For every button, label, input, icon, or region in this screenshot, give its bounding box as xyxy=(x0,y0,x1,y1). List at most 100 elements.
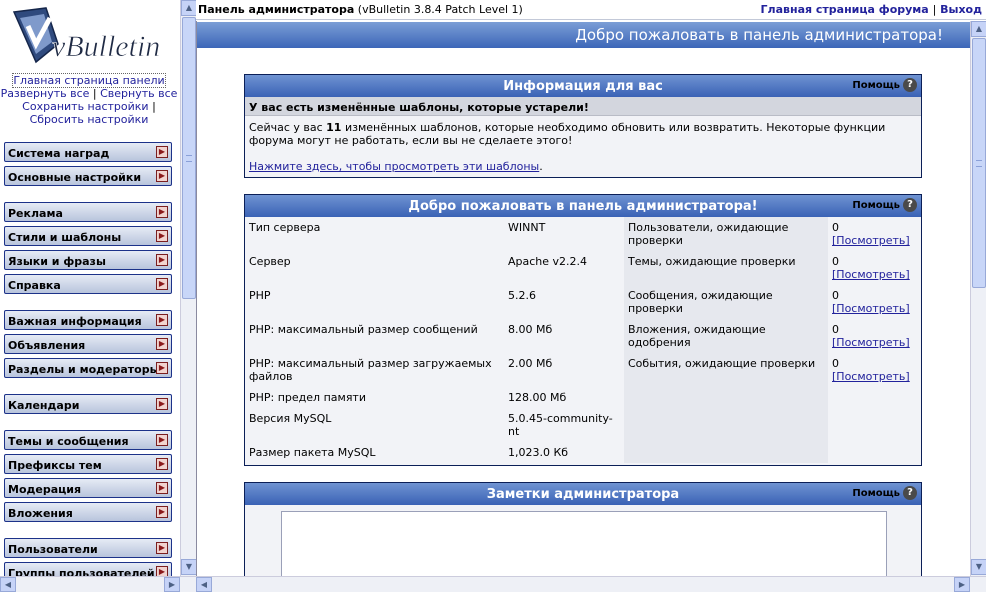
table-row: PHP: предел памяти 128.00 Мб xyxy=(245,387,921,408)
nav-group-label: Важная информация xyxy=(8,315,142,328)
server-info-label: PHP: максимальный размер сообщений xyxy=(245,319,504,353)
nav-group-label: Объявления xyxy=(8,339,86,352)
table-row: Размер пакета MySQL 1,023.0 Кб xyxy=(245,442,921,463)
top-bar: Панель администратора (vBulletin 3.8.4 P… xyxy=(196,0,986,20)
collapse-all-link[interactable]: Свернуть все xyxy=(100,87,177,100)
help-icon[interactable]: ? xyxy=(903,486,917,500)
moderation-queue-count: 0 xyxy=(832,255,839,268)
notes-panel-title: Заметки администратора xyxy=(486,487,680,502)
help-button[interactable]: Помощь? xyxy=(852,486,917,500)
scroll-down-icon[interactable]: ▼ xyxy=(971,559,986,575)
expand-arrow-icon[interactable]: ▶ xyxy=(156,362,168,374)
table-row: Версия MySQL 5.0.45-community-nt xyxy=(245,408,921,442)
nav-group-label: Языки и фразы xyxy=(8,255,106,268)
moderation-queue-label: События, ожидающие проверки xyxy=(624,353,828,387)
nav-group-main-settings[interactable]: Основные настройки ▶ xyxy=(4,166,172,186)
help-icon[interactable]: ? xyxy=(903,78,917,92)
expand-arrow-icon[interactable]: ▶ xyxy=(156,206,168,218)
moderation-queue-label xyxy=(624,408,828,442)
admin-notes-textarea[interactable] xyxy=(281,511,887,576)
top-links: Главная страница форума | Выход xyxy=(761,3,982,16)
expand-arrow-icon[interactable]: ▶ xyxy=(156,146,168,158)
moderation-queue-count: 0 xyxy=(832,221,839,234)
forum-home-link[interactable]: Главная страница форума xyxy=(761,3,929,16)
nav-vertical-scrollbar[interactable]: ▲ ▼ xyxy=(180,0,197,576)
expand-arrow-icon[interactable]: ▶ xyxy=(156,398,168,410)
expand-arrow-icon[interactable]: ▶ xyxy=(156,566,168,576)
vbulletin-logo[interactable]: vBulletin xyxy=(6,4,166,70)
moderation-queue-cell: 0 [Посмотреть] xyxy=(828,217,921,251)
moderation-queue-count: 0 xyxy=(832,289,839,302)
nav-group-moderation[interactable]: Модерация ▶ xyxy=(4,478,172,498)
main-horizontal-scrollbar[interactable]: ◀ ▶ xyxy=(196,576,986,592)
scroll-left-icon[interactable]: ◀ xyxy=(196,577,212,592)
nav-scroll-thumb[interactable] xyxy=(182,17,196,299)
expand-arrow-icon[interactable]: ▶ xyxy=(156,506,168,518)
server-info-value: 2.00 Мб xyxy=(504,353,624,387)
scroll-down-icon[interactable]: ▼ xyxy=(181,559,197,575)
view-queue-link[interactable]: [Посмотреть] xyxy=(832,302,917,315)
expand-arrow-icon[interactable]: ▶ xyxy=(156,458,168,470)
nav-group-forums-moderators[interactable]: Разделы и модераторы ▶ xyxy=(4,358,172,378)
nav-group-calendars[interactable]: Календари ▶ xyxy=(4,394,172,414)
main-scroll-thumb[interactable] xyxy=(972,38,986,288)
server-info-label: Сервер xyxy=(245,251,504,285)
stats-panel: Добро пожаловать в панель администратора… xyxy=(244,194,922,466)
server-info-label: PHP xyxy=(245,285,504,319)
expand-arrow-icon[interactable]: ▶ xyxy=(156,314,168,326)
moderation-queue-label: Вложения, ожидающие одобрения xyxy=(624,319,828,353)
help-button[interactable]: Помощь? xyxy=(852,198,917,212)
expand-arrow-icon[interactable]: ▶ xyxy=(156,482,168,494)
expand-all-link[interactable]: Развернуть все xyxy=(1,87,90,100)
expand-arrow-icon[interactable]: ▶ xyxy=(156,434,168,446)
scroll-right-icon[interactable]: ▶ xyxy=(164,577,180,592)
view-templates-link[interactable]: Нажмите здесь, чтобы просмотреть эти шаб… xyxy=(249,160,539,173)
view-queue-link[interactable]: [Посмотреть] xyxy=(832,336,917,349)
nav-group-announcements[interactable]: Объявления ▶ xyxy=(4,334,172,354)
scroll-right-icon[interactable]: ▶ xyxy=(954,577,970,592)
nav-group-styles[interactable]: Стили и шаблоны ▶ xyxy=(4,226,172,246)
nav-group-users[interactable]: Пользователи ▶ xyxy=(4,538,172,558)
nav-group-languages[interactable]: Языки и фразы ▶ xyxy=(4,250,172,270)
help-icon[interactable]: ? xyxy=(903,198,917,212)
nav-horizontal-scrollbar[interactable]: ◀ ▶ xyxy=(0,576,196,592)
nav-group-thread-prefixes[interactable]: Префиксы тем ▶ xyxy=(4,454,172,474)
nav-group-label: Календари xyxy=(8,399,80,412)
nav-group-awards[interactable]: Система наград ▶ xyxy=(4,142,172,162)
nav-group-label: Основные настройки xyxy=(8,171,142,184)
expand-arrow-icon[interactable]: ▶ xyxy=(156,542,168,554)
outdated-templates-heading: У вас есть изменённые шаблоны, которые у… xyxy=(245,97,921,116)
control-panel-home-link[interactable]: Главная страница панели xyxy=(12,73,166,88)
nav-group-usergroups[interactable]: Группы пользователей ▶ xyxy=(4,562,172,576)
reset-settings-link[interactable]: Сбросить настройки xyxy=(30,113,149,126)
expand-arrow-icon[interactable]: ▶ xyxy=(156,170,168,182)
scroll-left-icon[interactable]: ◀ xyxy=(0,577,16,592)
stats-panel-header: Добро пожаловать в панель администратора… xyxy=(245,195,921,217)
main-vertical-scrollbar[interactable]: ▲ ▼ xyxy=(970,21,986,576)
moderation-queue-cell xyxy=(828,387,921,408)
nav-group-attachments[interactable]: Вложения ▶ xyxy=(4,502,172,522)
view-queue-link[interactable]: [Посмотреть] xyxy=(832,370,917,383)
message-text: Сейчас у вас xyxy=(249,121,327,134)
save-settings-link[interactable]: Сохранить настройки xyxy=(22,100,148,113)
logout-link[interactable]: Выход xyxy=(940,3,982,16)
nav-group-ads[interactable]: Реклама ▶ xyxy=(4,202,172,222)
expand-arrow-icon[interactable]: ▶ xyxy=(156,230,168,242)
scroll-up-icon[interactable]: ▲ xyxy=(181,0,197,16)
nav-frame: vBulletin Главная страница панели Развер… xyxy=(0,0,180,576)
nav-group-label: Вложения xyxy=(8,507,73,520)
view-queue-link[interactable]: [Посмотреть] xyxy=(832,268,917,281)
expand-arrow-icon[interactable]: ▶ xyxy=(156,278,168,290)
scroll-up-icon[interactable]: ▲ xyxy=(971,21,986,37)
nav-group-important-info[interactable]: Важная информация ▶ xyxy=(4,310,172,330)
outdated-templates-message: Сейчас у вас 11 изменённых шаблонов, кот… xyxy=(249,121,917,147)
nav-group-threads-posts[interactable]: Темы и сообщения ▶ xyxy=(4,430,172,450)
help-button[interactable]: Помощь? xyxy=(852,78,917,92)
nav-group-help[interactable]: Справка ▶ xyxy=(4,274,172,294)
moderation-queue-label xyxy=(624,442,828,463)
expand-arrow-icon[interactable]: ▶ xyxy=(156,338,168,350)
expand-arrow-icon[interactable]: ▶ xyxy=(156,254,168,266)
stats-panel-title: Добро пожаловать в панель администратора… xyxy=(408,199,758,214)
nav-links: Главная страница панели Развернуть все |… xyxy=(0,73,178,126)
view-queue-link[interactable]: [Посмотреть] xyxy=(832,234,917,247)
